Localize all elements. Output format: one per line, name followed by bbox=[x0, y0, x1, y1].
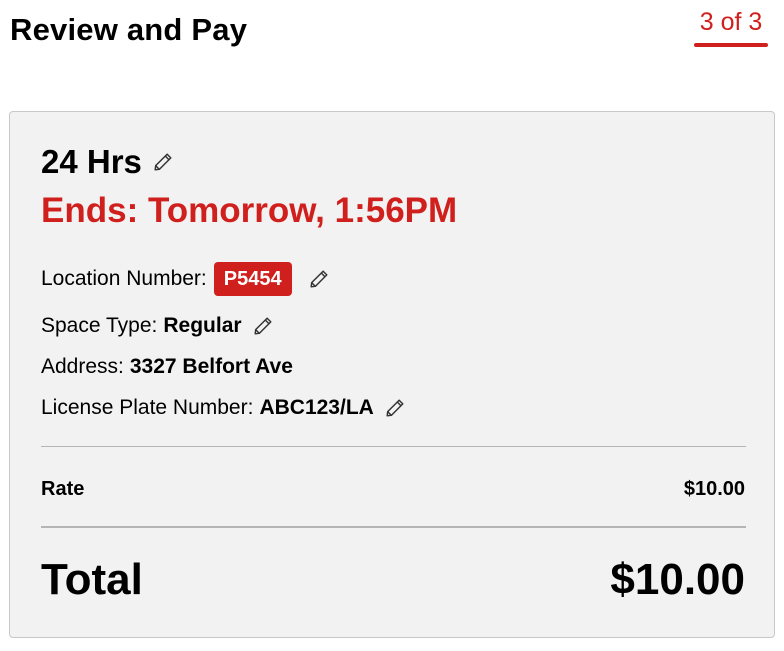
license-plate-label: License Plate Number: bbox=[41, 396, 254, 419]
duration-value: 24 Hrs bbox=[41, 143, 142, 180]
rate-label: Rate bbox=[41, 478, 85, 500]
duration-row: 24 Hrs bbox=[41, 142, 174, 182]
details-divider bbox=[41, 446, 746, 447]
edit-location-pencil-icon[interactable] bbox=[308, 268, 330, 290]
review-card: 24 Hrs Ends: Tomorrow, 1:56PM Location N… bbox=[9, 111, 775, 638]
space-type-label: Space Type: bbox=[41, 314, 158, 337]
address-label: Address: bbox=[41, 355, 124, 378]
location-number-badge: P5454 bbox=[213, 262, 292, 296]
space-type-row: Space Type: Regular bbox=[41, 313, 274, 339]
total-label: Total bbox=[41, 555, 143, 604]
license-plate-row: License Plate Number: ABC123/LA bbox=[41, 395, 406, 421]
address-value: 3327 Belfort Ave bbox=[129, 355, 293, 378]
total-value: $10.00 bbox=[610, 555, 745, 604]
edit-duration-pencil-icon[interactable] bbox=[152, 151, 174, 173]
address-row: Address: 3327 Belfort Ave bbox=[41, 354, 293, 380]
license-plate-value: ABC123/LA bbox=[259, 396, 374, 419]
location-row: Location Number: P5454 bbox=[41, 262, 330, 296]
page-title: Review and Pay bbox=[10, 12, 248, 47]
edit-space-type-pencil-icon[interactable] bbox=[252, 315, 274, 337]
edit-license-plate-pencil-icon[interactable] bbox=[384, 397, 406, 419]
step-indicator[interactable]: 3 of 3 bbox=[694, 8, 768, 37]
step-underline bbox=[694, 43, 768, 47]
location-label: Location Number: bbox=[41, 267, 207, 290]
total-divider bbox=[41, 526, 746, 528]
end-time: Ends: Tomorrow, 1:56PM bbox=[41, 191, 458, 230]
rate-value: $10.00 bbox=[683, 478, 745, 500]
space-type-value: Regular bbox=[163, 314, 242, 337]
